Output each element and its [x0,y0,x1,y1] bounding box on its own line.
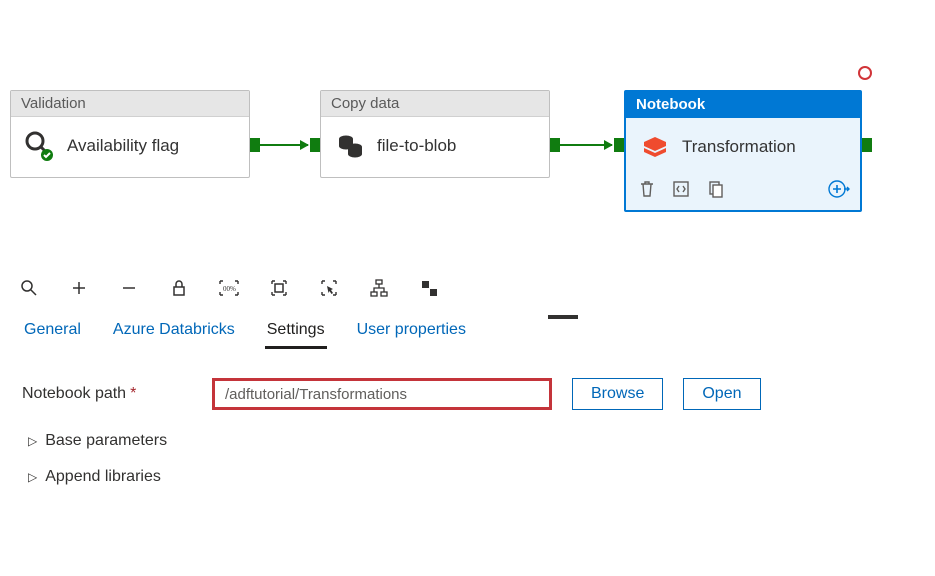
connector-success[interactable] [560,144,612,146]
chevron-right-icon: ▷ [28,434,37,448]
auto-layout-icon[interactable] [368,277,390,299]
properties-tabs: General Azure Databricks Settings User p… [0,309,935,350]
expander-append-libraries[interactable]: ▷ Append libraries [28,468,913,486]
selection-handle-icon[interactable] [858,66,872,80]
copy-icon[interactable] [704,178,726,200]
tab-general[interactable]: General [22,315,83,349]
activity-type-label: Notebook [626,92,860,118]
pipeline-canvas[interactable]: Validation Availability flag Copy data [0,0,935,260]
tab-settings[interactable]: Settings [265,315,327,349]
activity-notebook[interactable]: Notebook Transformation [624,90,862,212]
activity-name: Transformation [682,137,796,157]
search-icon[interactable] [18,277,40,299]
port-out[interactable] [250,138,260,152]
expander-base-parameters[interactable]: ▷ Base parameters [28,432,913,450]
canvas-toolbar: 00% [0,260,935,309]
port-in[interactable] [310,138,320,152]
zoom-reset-icon[interactable]: 00% [218,277,240,299]
select-icon[interactable] [318,277,340,299]
open-button[interactable]: Open [683,378,760,410]
tab-azure-databricks[interactable]: Azure Databricks [111,315,237,349]
connector-success[interactable] [260,144,308,146]
svg-text:00%: 00% [223,285,236,293]
activity-name: file-to-blob [377,136,456,156]
zoom-in-icon[interactable] [68,277,90,299]
port-in[interactable] [614,138,624,152]
validation-icon [23,129,57,163]
fit-screen-icon[interactable] [268,277,290,299]
add-attach-icon[interactable] [828,178,850,200]
port-out[interactable] [862,138,872,152]
lock-icon[interactable] [168,277,190,299]
tab-user-properties[interactable]: User properties [355,315,468,349]
database-icon [333,129,367,163]
required-asterisk: * [130,385,136,402]
databricks-icon [638,130,672,164]
port-out[interactable] [550,138,560,152]
activity-type-label: Validation [11,91,249,117]
chevron-right-icon: ▷ [28,470,37,484]
settings-panel: Notebook path* Browse Open ▷ Base parame… [0,350,935,514]
zoom-out-icon[interactable] [118,277,140,299]
activity-type-label: Copy data [321,91,549,117]
panel-resize-grip[interactable] [548,315,578,319]
browse-button[interactable]: Browse [572,378,663,410]
notebook-path-input[interactable] [212,378,552,410]
activity-copy-data[interactable]: Copy data file-to-blob [320,90,550,178]
trash-icon[interactable] [636,178,658,200]
notebook-path-label: Notebook path* [22,385,192,403]
activity-validation[interactable]: Validation Availability flag [10,90,250,178]
activity-name: Availability flag [67,136,179,156]
code-icon[interactable] [670,178,692,200]
align-icon[interactable] [418,277,440,299]
